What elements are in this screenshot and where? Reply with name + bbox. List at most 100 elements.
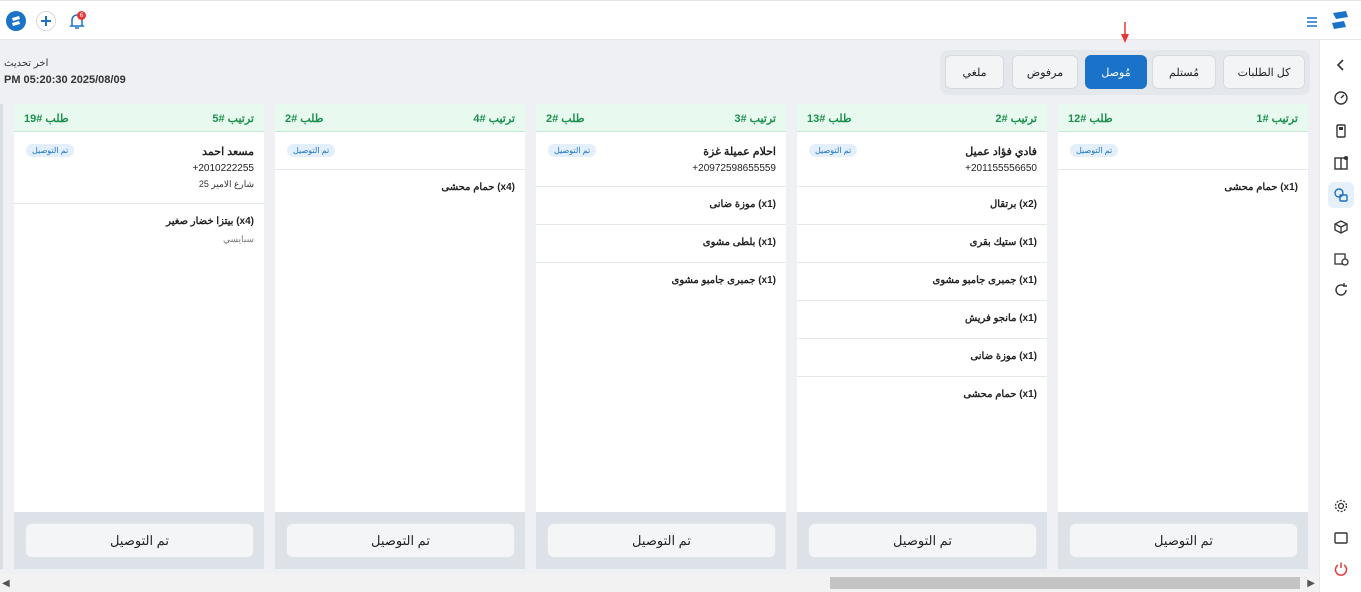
request-number: طلب #12 [1068,113,1113,125]
item-name: بلطى مشوى (x1) [702,237,776,248]
order-number: ترتيب #2 [995,113,1037,125]
column-footer: تم التوصيل [14,512,264,569]
column-header: ترتيب #5 طلب #19 [14,104,264,132]
arrow-down-icon [1120,22,1130,44]
item-name: جمبرى جامبو مشوى (x1) [671,275,776,286]
tab-received[interactable]: مُستلم [1152,55,1216,89]
item-name: حمام محشى (x1) [1224,182,1298,193]
list-item: بلطى مشوى (x1) [536,225,786,263]
list-item: مانجو فريش (x1) [797,301,1047,339]
status-badge: تم التوصيل [1070,144,1119,157]
delivery-icon[interactable] [1328,182,1354,208]
list-item: ستيك بقرى (x1) [797,225,1047,263]
refresh-icon[interactable] [1328,277,1354,303]
scrollbar-thumb[interactable] [830,577,1300,589]
status-badge: تم التوصيل [287,144,336,157]
order-number: ترتيب #3 [734,113,776,125]
customer-phone: +2010222255 [192,163,254,174]
gear-icon[interactable] [1328,493,1354,519]
order-number: ترتيب #1 [1256,113,1298,125]
customer-info: تم التوصيل فادي فؤاد عميل +201155556650 [797,132,1047,187]
order-column: ترتيب #5 طلب #19 تم التوصيل مسعد احمد +2… [14,104,264,569]
horizontal-scrollbar[interactable]: ◀ ▶ [0,574,1319,592]
order-number: ترتيب #5 [212,113,254,125]
list-item: موزة ضانى (x1) [536,187,786,225]
order-number: ترتيب #4 [473,113,515,125]
column-footer: تم التوصيل [275,512,525,569]
tab-delivered[interactable]: مُوصل [1085,55,1147,89]
delivered-button[interactable]: تم التوصيل [286,523,515,558]
column-footer: تم التوصيل [536,512,786,569]
tab-all-orders[interactable]: كل الطلبات [1223,55,1305,89]
scroll-left-arrow-icon[interactable]: ◀ [2,578,10,589]
app-logo-icon[interactable] [6,11,26,31]
status-badge: تم التوصيل [26,144,75,157]
list-item: بيتزا خضار صغير (x4) سبايسي [14,204,264,254]
column-footer: تم التوصيل [1058,512,1308,569]
customer-info: تم التوصيل [275,132,525,170]
request-number: طلب #2 [285,113,324,125]
customer-name: فادي فؤاد عميل [965,146,1037,158]
window-icon[interactable] [1328,525,1354,551]
list-item: موزة ضانى (x1) [797,339,1047,377]
list-item: جمبرى جامبو مشوى (x1) [536,263,786,301]
delivered-button[interactable]: تم التوصيل [808,523,1037,558]
item-name: حمام محشى (x1) [963,389,1037,400]
last-update-label: اخر تحديث [4,58,49,69]
status-badge: تم التوصيل [548,144,597,157]
customer-info: تم التوصيل مسعد احمد +2010222255 25 شارع… [14,132,264,204]
item-name: موزة ضانى (x1) [970,351,1037,362]
customer-phone: +201155556650 [965,163,1037,174]
reports-icon[interactable] [1328,150,1354,176]
delivered-button[interactable]: تم التوصيل [547,523,776,558]
column-footer: تم التوصيل [797,512,1047,569]
list-item: حمام محشى (x1) [1058,170,1308,208]
status-tabs: ملغي مرفوض مُوصل مُستلم كل الطلبات [940,50,1310,95]
brand-logo-icon [1328,9,1352,33]
order-column: ترتيب #3 طلب #2 تم التوصيل احلام عميلة غ… [536,104,786,569]
item-name: ستيك بقرى (x1) [969,237,1037,248]
column-header: ترتيب #1 طلب #12 [1058,104,1308,132]
scroll-right-arrow-icon[interactable]: ▶ [1307,578,1315,589]
customer-phone: +20972598655559 [692,163,776,174]
list-item: حمام محشى (x1) [797,377,1047,415]
pos-icon[interactable] [1328,118,1354,144]
column-header: ترتيب #4 طلب #2 [275,104,525,132]
item-name: حمام محشى (x4) [441,182,515,193]
settings-doc-icon[interactable] [1328,246,1354,272]
tab-rejected[interactable]: مرفوض [1012,55,1078,89]
top-bar: 6 [0,0,1361,40]
list-item: جمبرى جامبو مشوى (x1) [797,263,1047,301]
order-column: ترتيب #2 طلب #13 تم التوصيل فادي فؤاد عم… [797,104,1047,569]
last-update-value: PM 05:20:30 2025/08/09 [4,74,126,86]
column-edge [0,104,3,569]
column-header: ترتيب #2 طلب #13 [797,104,1047,132]
request-number: طلب #2 [546,113,585,125]
order-column: ترتيب #1 طلب #12 تم التوصيل حمام محشى (x… [1058,104,1308,569]
list-item: حمام محشى (x4) [275,170,525,208]
tab-cancelled[interactable]: ملغي [945,55,1004,89]
item-name: برتقال (x2) [989,199,1037,210]
item-name: جمبرى جامبو مشوى (x1) [932,275,1037,286]
customer-info: تم التوصيل احلام عميلة غزة +209725986555… [536,132,786,187]
list-item: برتقال (x2) [797,187,1047,225]
customer-info: تم التوصيل [1058,132,1308,170]
item-name: بيتزا خضار صغير (x4) [166,216,254,227]
power-icon[interactable] [1328,556,1354,582]
order-column: ترتيب #4 طلب #2 تم التوصيل حمام محشى (x4… [275,104,525,569]
notification-badge: 6 [77,11,86,20]
item-name: مانجو فريش (x1) [965,313,1037,324]
chevron-left-icon[interactable] [1328,52,1354,78]
menu-icon[interactable] [1305,14,1319,28]
plus-icon[interactable] [36,11,56,31]
delivered-button[interactable]: تم التوصيل [25,523,254,558]
dashboard-icon[interactable] [1328,85,1354,111]
item-name: موزة ضانى (x1) [709,199,776,210]
item-note: سبايسي [222,234,254,244]
request-number: طلب #13 [807,113,852,125]
box-icon[interactable] [1328,214,1354,240]
column-header: ترتيب #3 طلب #2 [536,104,786,132]
request-number: طلب #19 [24,113,69,125]
delivered-button[interactable]: تم التوصيل [1069,523,1298,558]
customer-address: 25 شارع الامير [198,179,254,189]
